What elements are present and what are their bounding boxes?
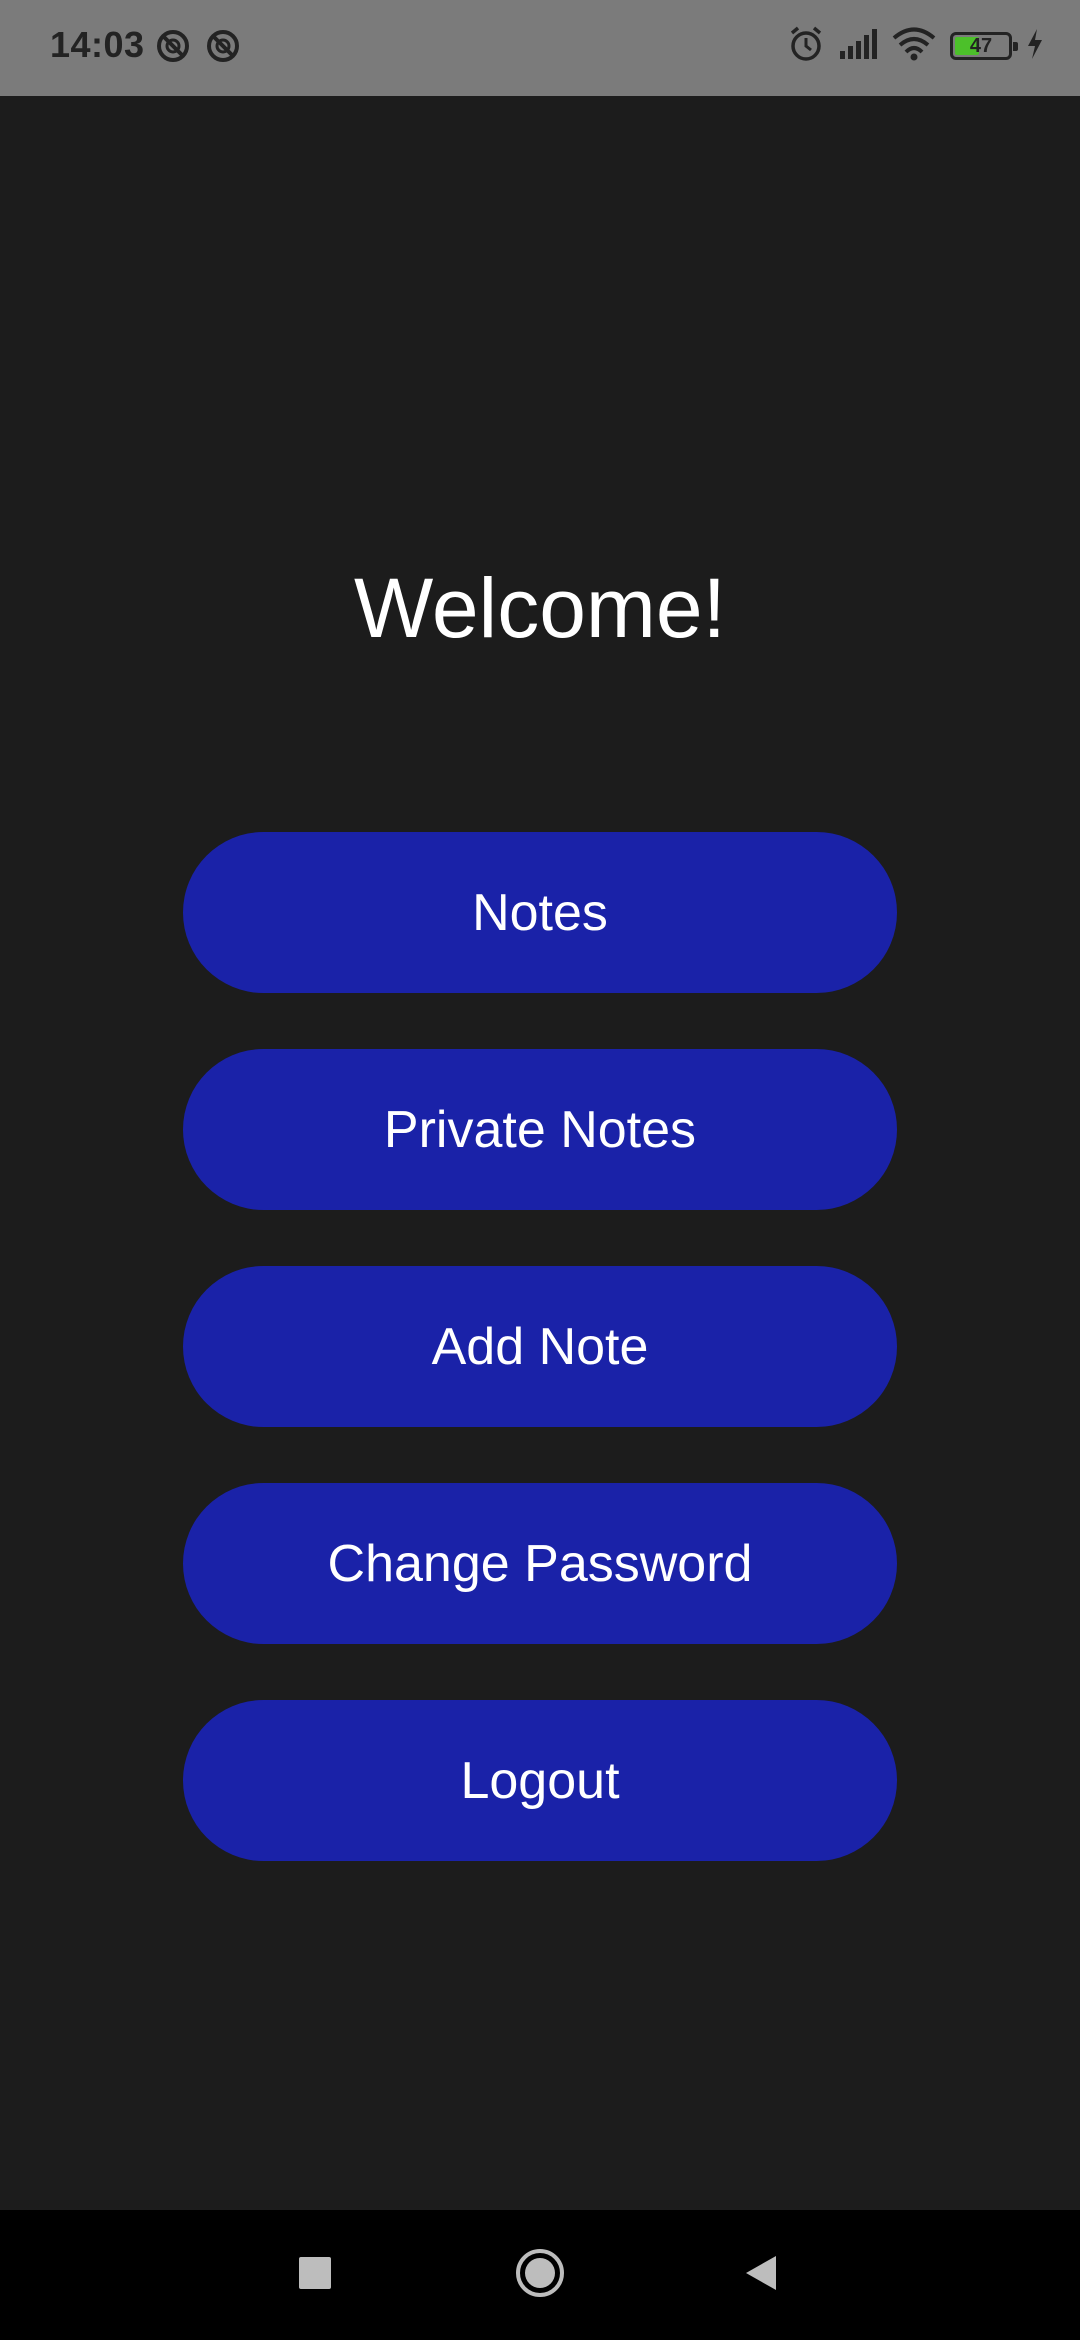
add-note-button[interactable]: Add Note — [183, 1266, 897, 1427]
charging-icon — [1026, 28, 1044, 64]
recents-button[interactable] — [250, 2210, 380, 2340]
dnd-icon — [155, 28, 191, 64]
battery-level: 47 — [969, 34, 993, 57]
status-time: 14:03 — [50, 24, 145, 65]
status-bar: 14:03 47 — [0, 0, 1080, 96]
signal-icon — [838, 28, 878, 64]
home-icon — [514, 2247, 566, 2304]
logout-button[interactable]: Logout — [183, 1700, 897, 1861]
change-password-button[interactable]: Change Password — [183, 1483, 897, 1644]
page-title: Welcome! — [354, 561, 726, 655]
recents-icon — [298, 2256, 332, 2295]
status-icons: 47 — [788, 24, 1044, 68]
battery-icon: 47 — [950, 32, 1018, 60]
home-button[interactable] — [475, 2210, 605, 2340]
app-screen: 14:03 47 Welcome! Notes Private Notes Ad… — [0, 0, 1080, 2340]
battery-cap — [1013, 42, 1018, 51]
private-notes-button[interactable]: Private Notes — [183, 1049, 897, 1210]
system-nav-bar — [0, 2210, 1080, 2340]
dnd-icon — [205, 28, 241, 64]
back-icon — [742, 2254, 778, 2297]
main-menu: Notes Private Notes Add Note Change Pass… — [183, 832, 897, 1861]
back-button[interactable] — [695, 2210, 825, 2340]
alarm-icon — [788, 25, 824, 68]
notes-button[interactable]: Notes — [183, 832, 897, 993]
wifi-icon — [892, 27, 936, 66]
